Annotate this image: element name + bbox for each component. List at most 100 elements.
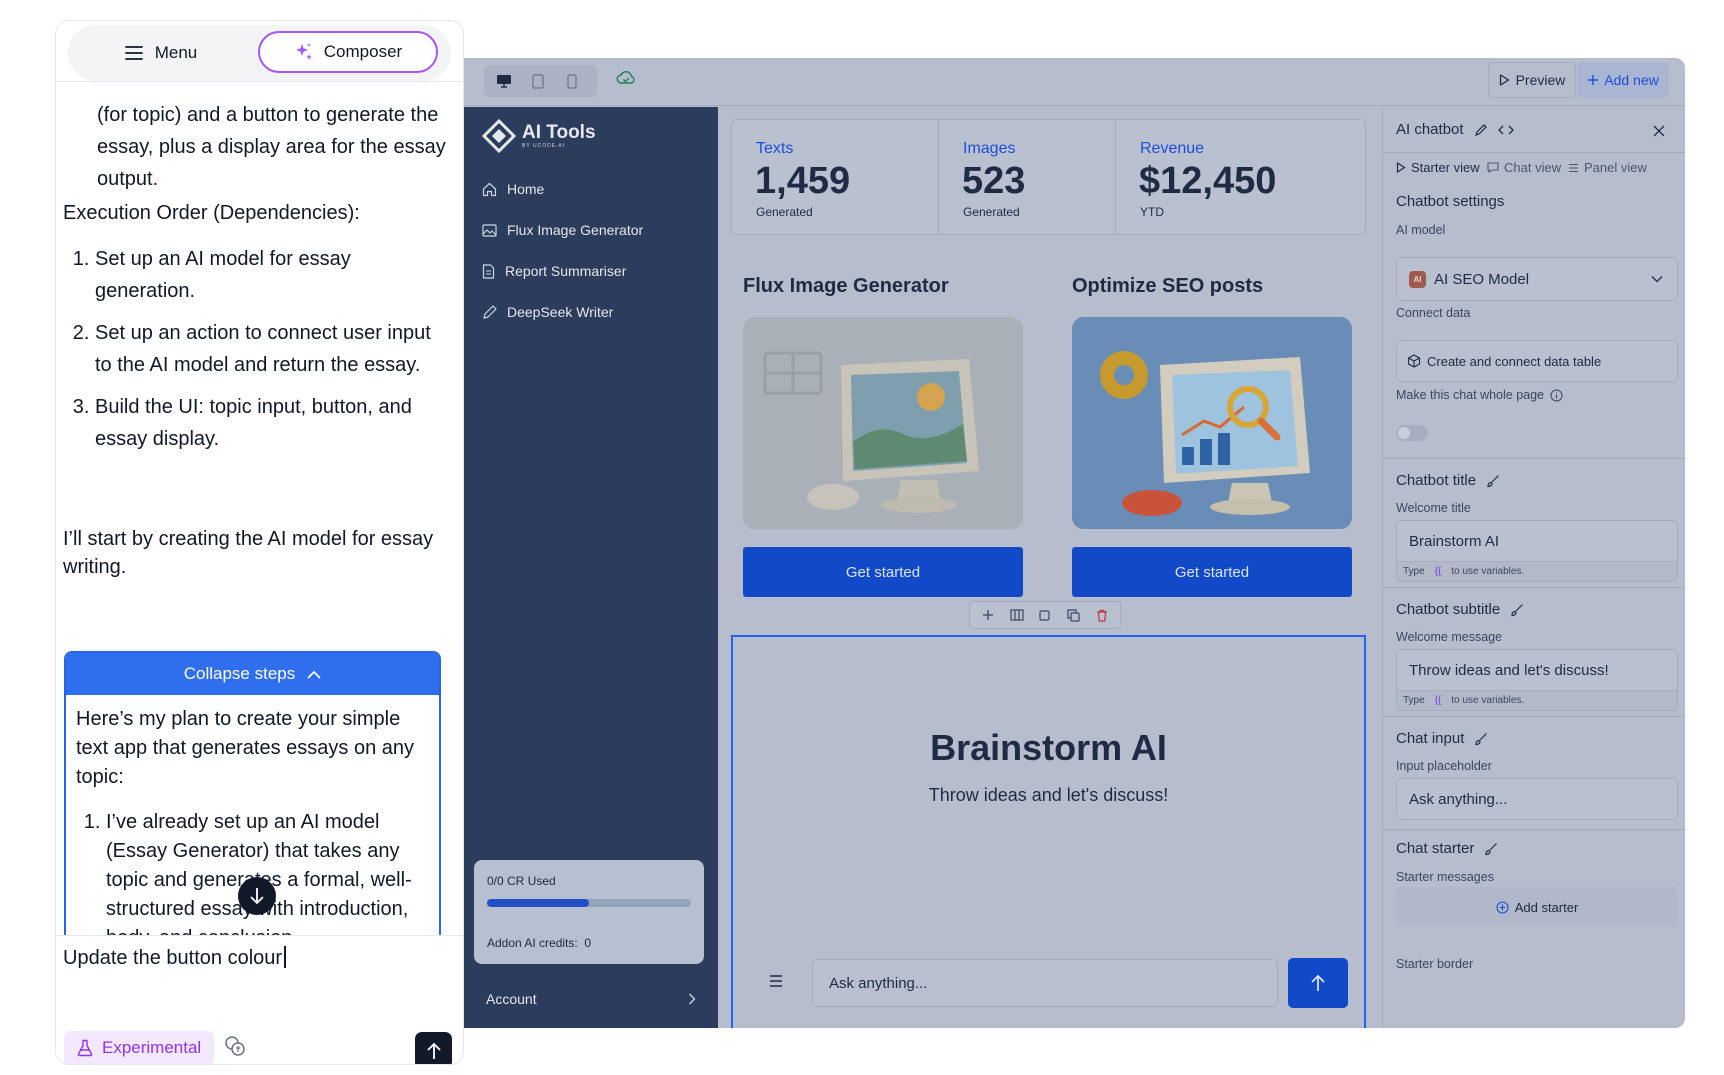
stat-value: 523 <box>962 160 1026 202</box>
add-new-button[interactable]: Add new <box>1577 62 1669 98</box>
coins-icon[interactable] <box>224 1035 246 1057</box>
nav-item-deepseek-writer[interactable]: DeepSeek Writer <box>482 297 613 327</box>
tab-panel-view[interactable]: Panel view <box>1568 160 1647 175</box>
code-icon[interactable] <box>1497 124 1514 136</box>
hint-variable: {{ <box>1434 695 1442 706</box>
desktop-icon[interactable] <box>492 69 516 93</box>
tab-label: Starter view <box>1411 160 1480 175</box>
mobile-icon[interactable] <box>560 69 584 93</box>
hamburger-icon[interactable] <box>769 975 783 987</box>
monitor-illustration <box>743 317 1023 529</box>
menu-button[interactable]: Menu <box>76 31 246 75</box>
plus-circle-icon <box>1496 900 1509 914</box>
experimental-button[interactable]: Experimental <box>64 1031 214 1064</box>
collapse-label: Collapse steps <box>183 664 296 683</box>
variables-hint: Type {{to use variables. <box>1396 562 1678 582</box>
welcome-message-input[interactable]: Throw ideas and let's discuss! <box>1396 649 1678 691</box>
get-started-button[interactable]: Get started <box>743 547 1023 597</box>
app-sidebar: AI Tools BY UCODE.AI Home Flux Image Gen… <box>464 107 718 1028</box>
arrow-up-icon <box>1311 974 1325 991</box>
card-title: Flux Image Generator <box>743 275 949 297</box>
duplicate-icon[interactable] <box>1062 604 1084 626</box>
divider <box>1383 716 1685 717</box>
edit-pencil-icon[interactable] <box>1474 123 1488 137</box>
settings-title: AI chatbot <box>1396 121 1464 138</box>
chat-messages[interactable]: (for topic) and a button to generate the… <box>56 83 463 935</box>
add-starter-label: Add starter <box>1514 899 1579 915</box>
chat-mode-switcher: Menu Composer <box>68 25 451 81</box>
ai-model-label: AI model <box>1396 223 1446 237</box>
add-starter-button[interactable]: Add starter <box>1396 887 1678 927</box>
composer-button[interactable]: Composer <box>258 31 438 73</box>
cube-icon <box>1407 354 1421 368</box>
square-icon[interactable] <box>1034 604 1056 626</box>
preview-button[interactable]: Preview <box>1488 62 1576 98</box>
card-image-flux <box>743 317 1023 529</box>
experimental-label: Experimental <box>102 1038 202 1057</box>
brush-icon[interactable] <box>1474 732 1488 746</box>
chat-starter-section: Chat starter <box>1396 840 1498 857</box>
ai-model-select[interactable]: AI AI SEO Model <box>1396 257 1678 301</box>
add-block-icon[interactable] <box>977 604 999 626</box>
get-started-button[interactable]: Get started <box>1072 547 1352 597</box>
nav-item-flux-image-generator[interactable]: Flux Image Generator <box>482 215 643 245</box>
cloud-saved-icon[interactable] <box>616 70 636 86</box>
stats-block[interactable]: Texts 1,459 Generated Images 523 Generat… <box>731 119 1366 235</box>
columns-icon[interactable] <box>1006 604 1028 626</box>
input-placeholder-field[interactable]: Ask anything... <box>1396 778 1678 820</box>
composer-label: Composer <box>323 42 403 61</box>
brush-icon[interactable] <box>1510 603 1524 617</box>
connect-data-label: Connect data <box>1396 306 1471 320</box>
nav-item-report-summariser[interactable]: Report Summariser <box>482 256 626 286</box>
logo-subtitle: BY UCODE.AI <box>522 143 566 149</box>
chatbot-title-section: Chatbot title <box>1396 472 1500 489</box>
nav-item-home[interactable]: Home <box>482 174 544 204</box>
send-button[interactable] <box>415 1032 452 1064</box>
info-icon[interactable] <box>1550 389 1563 402</box>
account-menu[interactable]: Account <box>486 991 696 1007</box>
execution-steps: Set up an AI model for essay generation.… <box>63 243 448 465</box>
plan-intro: Here’s my plan to create your simple tex… <box>76 708 414 788</box>
stat-label: Images <box>963 140 1016 157</box>
divider <box>1383 587 1685 588</box>
delete-icon[interactable] <box>1091 604 1113 626</box>
chatbot-send-button[interactable] <box>1288 958 1348 1008</box>
create-connect-data-table-button[interactable]: Create and connect data table <box>1396 340 1678 382</box>
settings-header: AI chatbot <box>1396 121 1514 138</box>
chatbot-subtitle-section: Chatbot subtitle <box>1396 601 1524 618</box>
close-icon[interactable] <box>1653 125 1665 137</box>
logo-title: AI Tools <box>522 122 596 143</box>
welcome-title-input[interactable]: Brainstorm AI <box>1396 520 1678 562</box>
chat-input-text: Update the button colour <box>63 947 283 969</box>
divider <box>1383 829 1685 830</box>
starter-border-label: Starter border <box>1396 957 1474 971</box>
tab-chat-view[interactable]: Chat view <box>1487 160 1561 175</box>
chat-bubble-icon <box>1487 162 1499 173</box>
account-label: Account <box>486 991 537 1007</box>
chatbot-input[interactable]: Ask anything... <box>812 959 1278 1007</box>
list-item: Set up an action to connect user input t… <box>95 317 448 381</box>
chatbot-block[interactable]: Brainstorm AI Throw ideas and let's disc… <box>731 635 1366 1028</box>
image-icon <box>482 223 497 237</box>
whole-page-toggle[interactable] <box>1396 425 1428 441</box>
list-item: Build the UI: topic input, button, and e… <box>95 391 448 455</box>
stat-sub: Generated <box>756 205 813 219</box>
hamburger-icon <box>124 46 143 60</box>
execution-heading: Execution Order (Dependencies): <box>63 202 360 224</box>
tablet-icon[interactable] <box>526 69 550 93</box>
brush-icon[interactable] <box>1484 842 1498 856</box>
scroll-down-button[interactable] <box>238 877 276 915</box>
toggle-knob <box>1398 427 1410 439</box>
ai-model-value: AI SEO Model <box>1434 270 1530 288</box>
chat-input[interactable]: Update the button colour <box>63 946 453 1026</box>
addon-label: Addon AI credits: <box>487 936 578 950</box>
starter-messages-label: Starter messages <box>1396 870 1494 884</box>
brush-icon[interactable] <box>1486 474 1500 488</box>
chatbot-subtitle: Throw ideas and let's discuss! <box>928 785 1169 805</box>
collapse-steps-button[interactable]: Collapse steps <box>66 653 439 695</box>
hint-text: Type <box>1403 566 1425 577</box>
tab-starter-view[interactable]: Starter view <box>1396 160 1480 175</box>
app-page-canvas: Texts 1,459 Generated Images 523 Generat… <box>719 107 1382 1028</box>
nav-label: DeepSeek Writer <box>507 304 614 320</box>
chevron-right-icon <box>689 993 696 1005</box>
